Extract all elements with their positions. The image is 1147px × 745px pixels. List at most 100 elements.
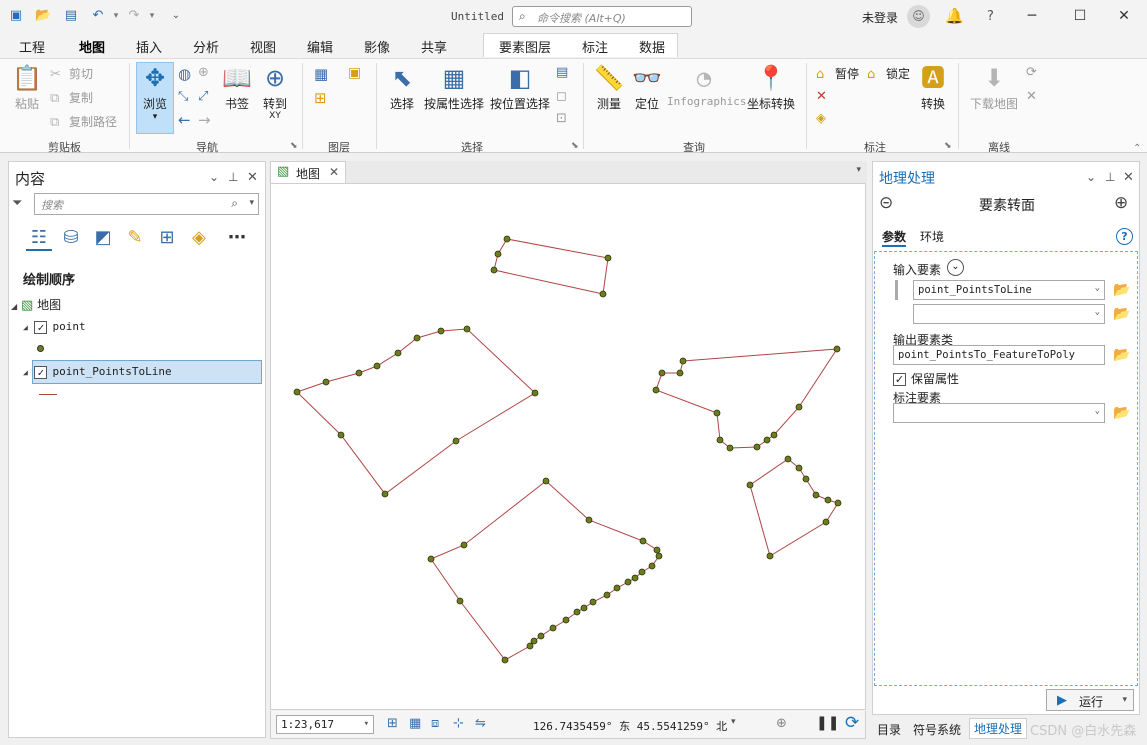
point-feature[interactable]	[834, 499, 842, 507]
keep-attributes-checkbox[interactable]: ✓	[893, 373, 906, 386]
add-preset-icon[interactable]: ▣	[348, 65, 361, 81]
unplaced-labels-icon[interactable]: ✕	[816, 89, 827, 104]
point-feature[interactable]	[373, 362, 381, 370]
labeling-view-icon[interactable]: ◈	[186, 225, 212, 251]
point-feature[interactable]	[599, 290, 607, 298]
zoom-layer-icon[interactable]: ⊕	[198, 65, 209, 80]
point-feature[interactable]	[530, 637, 538, 645]
undo-icon[interactable]: ↶	[90, 8, 106, 24]
previous-extent-icon[interactable]: ←	[178, 111, 191, 129]
polyline-feature[interactable]	[493, 238, 609, 295]
point-feature[interactable]	[802, 475, 810, 483]
point-feature[interactable]	[679, 357, 687, 365]
signin-status[interactable]: 未登录	[862, 9, 898, 26]
notifications-bell-icon[interactable]: 🔔	[945, 8, 964, 24]
point-feature[interactable]	[770, 431, 778, 439]
browse-folder-icon[interactable]: 📂	[1113, 347, 1131, 363]
filter-icon[interactable]: ⏷	[12, 196, 22, 211]
point-feature[interactable]	[549, 624, 557, 632]
zoom-to-selection-icon[interactable]: ⊡	[556, 111, 567, 126]
point-feature[interactable]	[573, 608, 581, 616]
point-feature[interactable]	[355, 369, 363, 377]
flip-icon[interactable]: ⇋	[475, 716, 486, 731]
navigate-launcher-icon[interactable]: ⬊	[290, 141, 298, 151]
remove-offline-icon[interactable]: ✕	[1026, 89, 1037, 104]
map-view-tab[interactable]: ▧ 地图 ✕	[270, 161, 346, 183]
pane-menu-icon[interactable]: ⌄	[209, 170, 219, 184]
new-project-icon[interactable]: ▣	[8, 8, 24, 24]
layer-visibility-checkbox[interactable]: ✓	[34, 365, 48, 379]
convert-coordinates-button[interactable]: 📍 坐标转换	[745, 63, 797, 112]
maximize-icon[interactable]: ☐	[1068, 6, 1092, 26]
pin-icon[interactable]: ⊥	[228, 170, 238, 184]
point-feature[interactable]	[562, 616, 570, 624]
point-feature[interactable]	[293, 388, 301, 396]
label-features-field[interactable]: ⌄	[893, 403, 1105, 423]
point-feature[interactable]	[322, 378, 330, 386]
collapse-arrow-icon[interactable]: ◢	[23, 323, 28, 332]
grid-icon[interactable]: ⊞	[387, 716, 398, 731]
close-pane-icon[interactable]: ✕	[247, 170, 258, 185]
close-window-icon[interactable]: ✕	[1112, 6, 1136, 26]
next-extent-icon[interactable]: →	[198, 111, 211, 129]
selection-launcher-icon[interactable]: ⬊	[571, 141, 579, 151]
lock-labeling-button[interactable]: ⌂ 锁定	[867, 65, 910, 82]
labeling-launcher-icon[interactable]: ⬊	[944, 141, 952, 151]
point-feature[interactable]	[589, 598, 597, 606]
collapse-arrow-icon[interactable]: ◢	[11, 302, 17, 311]
convert-labels-button[interactable]: 🅰 转换	[915, 63, 951, 112]
point-feature[interactable]	[501, 656, 509, 664]
explore-button[interactable]: ✥ 浏览 ▾	[136, 62, 174, 134]
locate-button[interactable]: 👓 定位	[631, 63, 663, 112]
map-canvas[interactable]	[270, 183, 866, 710]
point-feature[interactable]	[812, 491, 820, 499]
fixed-zoom-in-icon[interactable]: ⤡	[178, 89, 188, 104]
scale-selector[interactable]: 1:23,617 ▾	[276, 715, 374, 734]
point-feature[interactable]	[337, 431, 345, 439]
tab-view[interactable]: 视图	[250, 37, 276, 56]
point-feature[interactable]	[463, 325, 471, 333]
tab-data[interactable]: 数据	[639, 37, 665, 56]
point-feature[interactable]	[427, 555, 435, 563]
point-feature[interactable]	[716, 436, 724, 444]
point-feature[interactable]	[613, 584, 621, 592]
layer-visibility-checkbox[interactable]: ✓	[34, 320, 48, 334]
point-feature[interactable]	[638, 568, 646, 576]
output-feature-class-field[interactable]: point_PointsTo_FeatureToPoly	[893, 345, 1105, 365]
chevron-down-icon[interactable]: ⌄	[1095, 406, 1100, 416]
help-icon[interactable]: ?	[1116, 228, 1133, 245]
point-feature[interactable]	[413, 334, 421, 342]
point-feature[interactable]	[784, 455, 792, 463]
point-feature[interactable]	[537, 632, 545, 640]
point-feature[interactable]	[822, 518, 830, 526]
clear-selection-icon[interactable]: ◻	[556, 89, 567, 104]
expand-input-icon[interactable]: ⌄	[947, 259, 964, 276]
collapse-ribbon-icon[interactable]: ⌃	[1133, 143, 1141, 154]
select-button[interactable]: ⬉ 选择	[386, 63, 418, 112]
point-feature[interactable]	[503, 235, 511, 243]
tab-edit[interactable]: 编辑	[307, 37, 333, 56]
point-feature[interactable]	[746, 481, 754, 489]
redo-dropdown-icon[interactable]: ▾	[144, 8, 160, 24]
collapse-arrow-icon[interactable]: ◢	[23, 368, 28, 377]
pause-drawing-icon[interactable]: ❚❚	[816, 715, 839, 731]
pane-menu-icon[interactable]: ⌄	[1086, 170, 1096, 184]
point-feature[interactable]	[631, 574, 639, 582]
close-tab-icon[interactable]: ✕	[329, 165, 339, 179]
tab-labeling[interactable]: 标注	[582, 37, 608, 56]
select-by-location-button[interactable]: ◧ 按位置选择	[489, 63, 551, 112]
help-button[interactable]: ?	[987, 9, 994, 24]
point-feature[interactable]	[490, 266, 498, 274]
point-feature[interactable]	[531, 389, 539, 397]
scale-dropdown-icon[interactable]: ▾	[364, 719, 369, 729]
coordinate-format-dropdown-icon[interactable]: ▾	[731, 717, 736, 727]
paste-button[interactable]: 📋 粘贴	[10, 63, 44, 112]
table-icon[interactable]: ▦	[409, 716, 421, 731]
label-priority-icon[interactable]: ◈	[816, 111, 826, 126]
attributes-icon[interactable]: ▤	[556, 65, 568, 80]
point-feature[interactable]	[653, 546, 661, 554]
close-pane-icon[interactable]: ✕	[1123, 170, 1134, 185]
tab-insert[interactable]: 插入	[136, 37, 162, 56]
point-feature[interactable]	[604, 254, 612, 262]
avatar-icon[interactable]: ☺	[907, 5, 930, 28]
